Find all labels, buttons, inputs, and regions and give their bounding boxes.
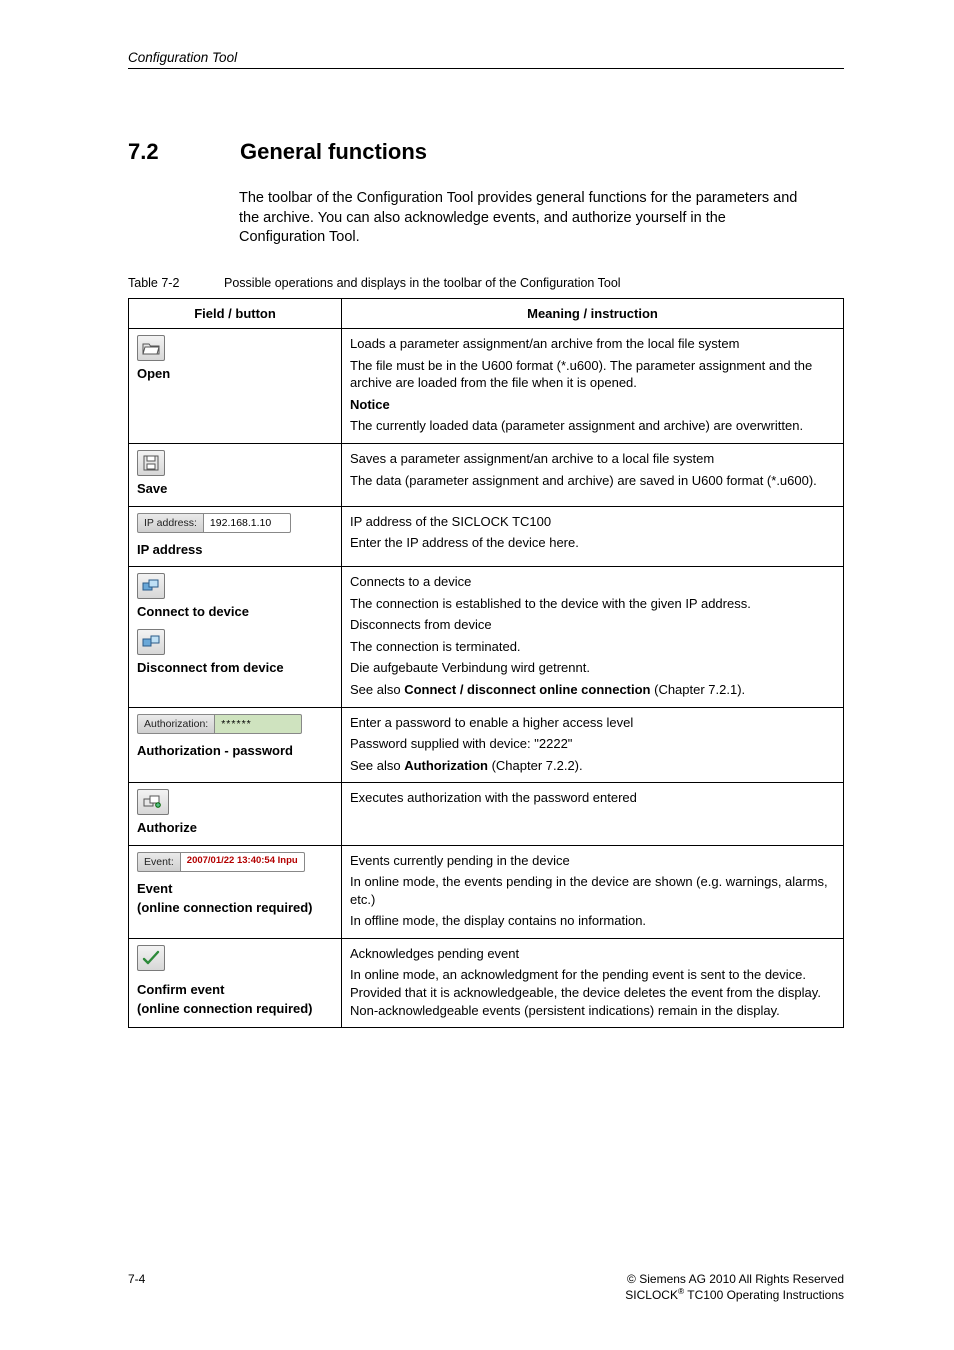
notice-label: Notice (350, 396, 835, 414)
authorization-value: ****** (215, 714, 302, 734)
row-label-connect: Connect to device (137, 603, 333, 621)
th-field: Field / button (129, 298, 342, 329)
event-value: 2007/01/22 13:40:54 Inpu (181, 852, 305, 872)
authorization-label: Authorization: (137, 714, 215, 734)
meaning-text: The file must be in the U600 format (*.u… (350, 357, 835, 392)
meaning-text: Executes authorization with the password… (350, 789, 835, 807)
section-number: 7.2 (128, 139, 240, 165)
meaning-text: Die aufgebaute Verbindung wird getrennt. (350, 659, 835, 677)
connect-icon (137, 573, 165, 599)
row-sublabel-event: (online connection required) (137, 899, 333, 917)
meaning-text: The data (parameter assignment and archi… (350, 472, 835, 490)
row-label-event: Event (137, 880, 333, 898)
authorization-field: Authorization: ****** (137, 714, 302, 734)
page-number: 7-4 (128, 1272, 145, 1302)
table-row: Authorization: ****** Authorization - pa… (129, 707, 844, 783)
table-caption: Table 7-2Possible operations and display… (128, 276, 844, 290)
table-row: Event: 2007/01/22 13:40:54 Inpu Event (o… (129, 845, 844, 938)
table-row: Authorize Executes authorization with th… (129, 783, 844, 846)
save-icon (137, 450, 165, 476)
meaning-text: In offline mode, the display contains no… (350, 912, 835, 930)
operations-table: Field / button Meaning / instruction Ope… (128, 298, 844, 1028)
open-icon (137, 335, 165, 361)
section-heading: 7.2General functions (128, 139, 844, 165)
table-row: Confirm event (online connection require… (129, 938, 844, 1027)
meaning-text: Events currently pending in the device (350, 852, 835, 870)
row-label-disconnect: Disconnect from device (137, 659, 333, 677)
row-label-auth: Authorization - password (137, 742, 333, 760)
row-label-ip: IP address (137, 541, 333, 559)
ip-address-label: IP address: (137, 513, 204, 533)
table-caption-label: Table 7-2 (128, 276, 224, 290)
row-sublabel-confirm: (online connection required) (137, 1000, 333, 1018)
meaning-text: Acknowledges pending event (350, 945, 835, 963)
meaning-text: In online mode, an acknowledgment for th… (350, 966, 835, 1019)
meaning-text: IP address of the SICLOCK TC100 (350, 513, 835, 531)
row-label-open: Open (137, 365, 333, 383)
authorize-icon (137, 789, 169, 815)
event-label: Event: (137, 852, 181, 872)
page-footer: 7-4 © Siemens AG 2010 All Rights Reserve… (128, 1272, 844, 1302)
footer-product: SICLOCK® TC100 Operating Instructions (625, 1286, 844, 1302)
meaning-text: The connection is terminated. (350, 638, 835, 656)
section-intro: The toolbar of the Configuration Tool pr… (239, 189, 799, 248)
ip-address-field: IP address: 192.168.1.10 (137, 513, 291, 533)
meaning-text: Connects to a device (350, 573, 835, 591)
footer-copyright: © Siemens AG 2010 All Rights Reserved (625, 1272, 844, 1286)
meaning-text: Loads a parameter assignment/an archive … (350, 335, 835, 353)
table-row: Connect to device Disconnect from device… (129, 567, 844, 707)
row-label-confirm: Confirm event (137, 981, 333, 999)
meaning-text: See also Connect / disconnect online con… (350, 681, 835, 699)
ip-address-value: 192.168.1.10 (204, 513, 291, 533)
table-caption-text: Possible operations and displays in the … (224, 276, 621, 290)
meaning-text: In online mode, the events pending in th… (350, 873, 835, 908)
meaning-text: Password supplied with device: "2222" (350, 735, 835, 753)
disconnect-icon (137, 629, 165, 655)
meaning-text: Disconnects from device (350, 616, 835, 634)
table-row: IP address: 192.168.1.10 IP address IP a… (129, 506, 844, 567)
meaning-text: See also Authorization (Chapter 7.2.2). (350, 757, 835, 775)
meaning-text: Enter a password to enable a higher acce… (350, 714, 835, 732)
section-title: General functions (240, 139, 427, 164)
meaning-text: Saves a parameter assignment/an archive … (350, 450, 835, 468)
meaning-text: Enter the IP address of the device here. (350, 534, 835, 552)
th-meaning: Meaning / instruction (342, 298, 844, 329)
meaning-text: The connection is established to the dev… (350, 595, 835, 613)
confirm-icon (137, 945, 165, 971)
table-row: Save Saves a parameter assignment/an arc… (129, 443, 844, 506)
row-label-authorize: Authorize (137, 819, 333, 837)
row-label-save: Save (137, 480, 333, 498)
running-header: Configuration Tool (128, 50, 844, 68)
header-rule (128, 68, 844, 69)
table-row: Open Loads a parameter assignment/an arc… (129, 329, 844, 444)
event-field: Event: 2007/01/22 13:40:54 Inpu (137, 852, 305, 872)
notice-text: The currently loaded data (parameter ass… (350, 417, 835, 435)
